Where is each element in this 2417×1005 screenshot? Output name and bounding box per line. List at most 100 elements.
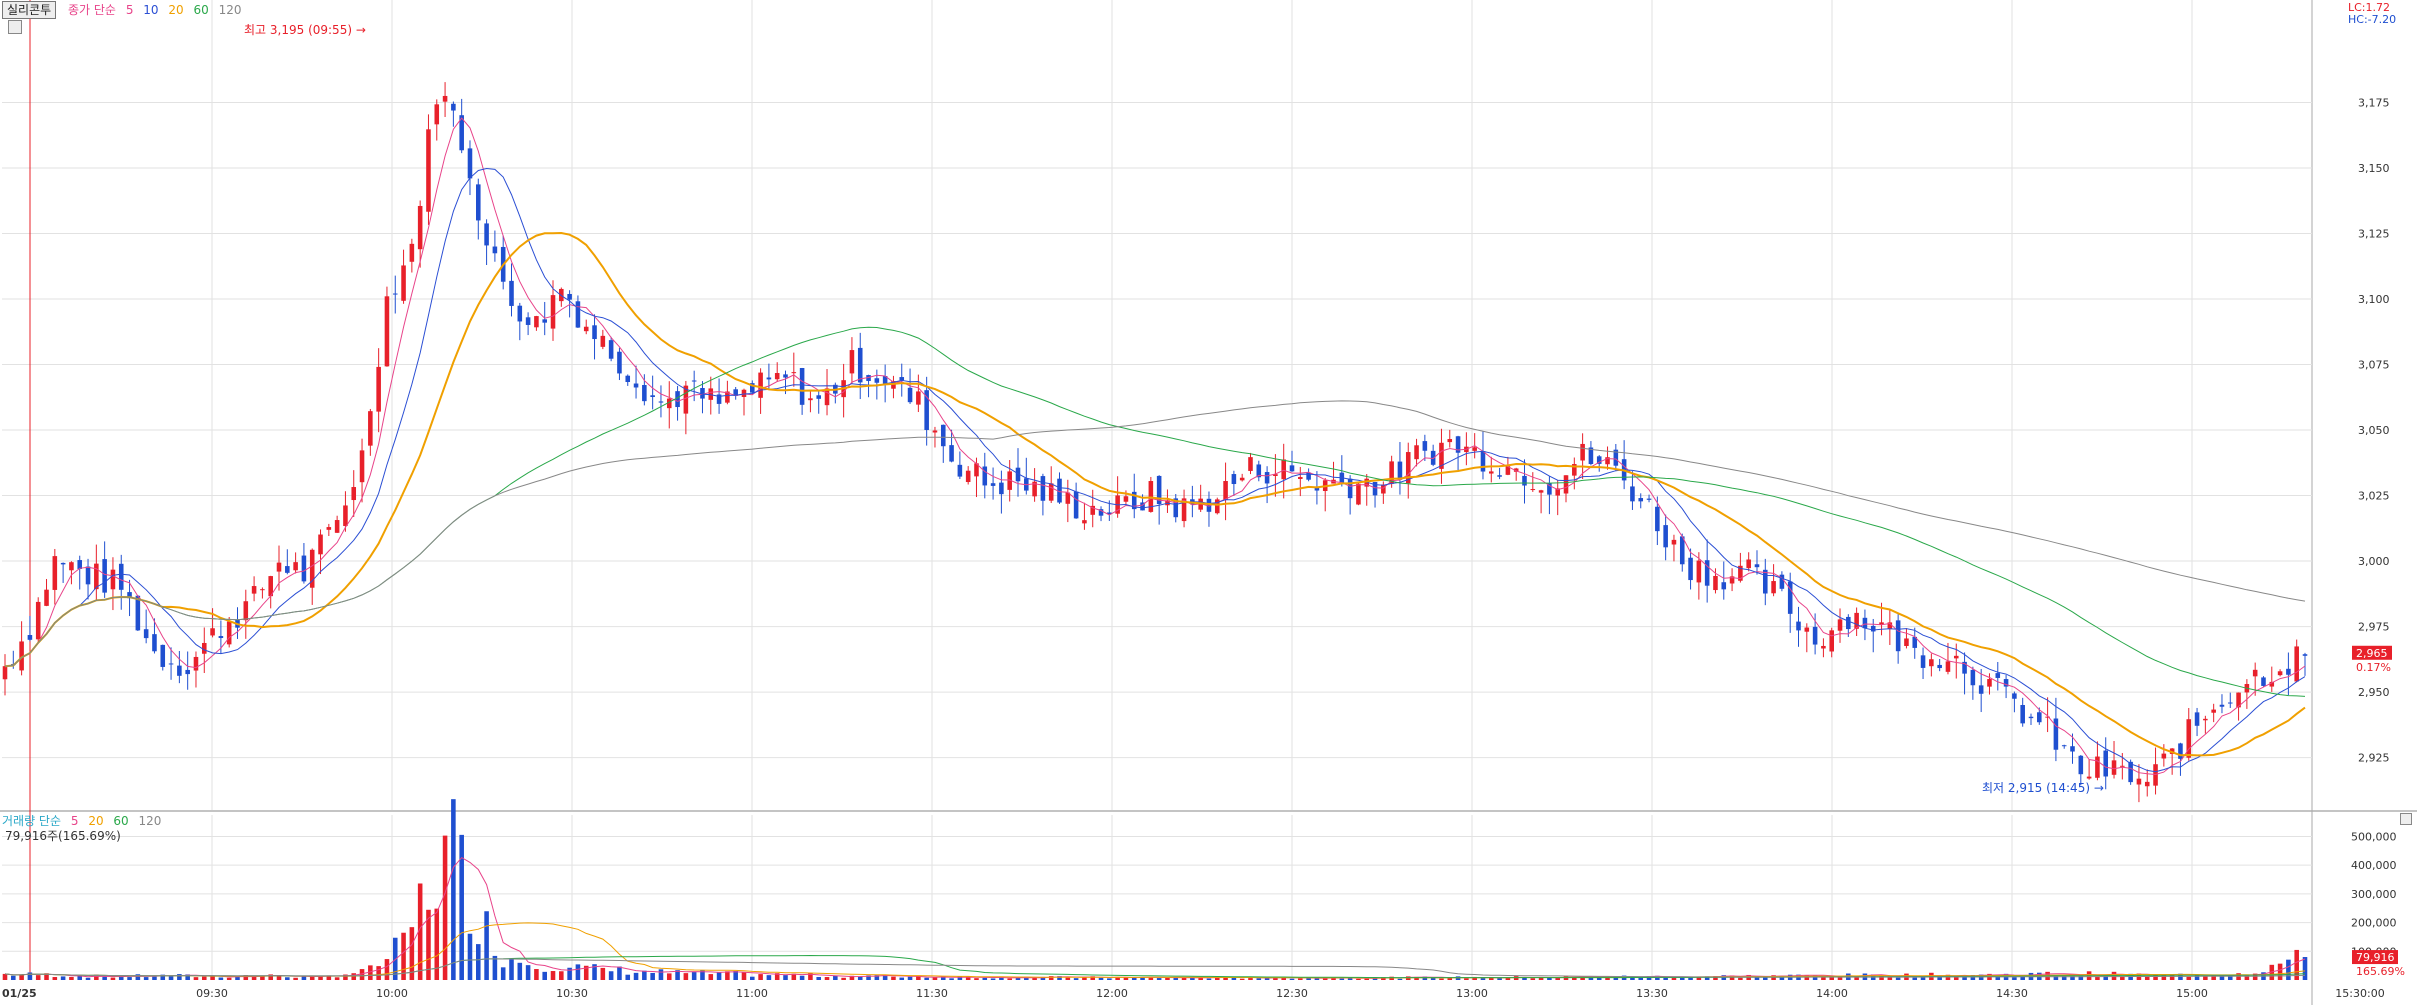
candle-body <box>2178 743 2183 759</box>
candle-body <box>1040 476 1046 501</box>
candle-body <box>708 388 714 400</box>
candle-body <box>384 296 390 367</box>
vol-ma-120-label: 120 <box>138 814 162 828</box>
volume-bar <box>517 962 523 980</box>
volume-bar <box>1098 977 1104 980</box>
candle-body <box>849 350 855 374</box>
volume-bar <box>1073 978 1079 980</box>
candle-body <box>85 566 91 585</box>
candle-body <box>808 398 813 401</box>
volume-bar <box>110 977 116 980</box>
candle-body <box>2136 778 2142 785</box>
candle-body <box>2294 646 2299 682</box>
candle-body <box>1987 679 1992 687</box>
current-volume-pct-label: 165.69% <box>2356 965 2405 978</box>
current-volume-label: 79,916 <box>2356 951 2395 964</box>
candle-body <box>642 385 647 402</box>
candle-body <box>625 375 631 383</box>
candle-body <box>1804 627 1810 632</box>
volume-bar <box>750 976 755 980</box>
candle-body <box>2219 704 2225 707</box>
candle-body <box>417 205 423 250</box>
time-tick-label: 09:30 <box>196 987 228 1000</box>
candle-body <box>542 319 547 323</box>
candle-body <box>1530 489 1536 491</box>
candle-body <box>1771 581 1776 594</box>
pane-maximize-icon[interactable] <box>2400 813 2412 825</box>
candle-body <box>2302 654 2308 656</box>
hc-label: HC:-7.20 <box>2348 13 2397 26</box>
candle-body <box>2078 755 2084 775</box>
price-tick-label: 3,150 <box>2358 162 2390 175</box>
volume-bar <box>177 974 182 980</box>
candle-body <box>1696 560 1702 583</box>
candle-body <box>2020 705 2025 724</box>
candle-body <box>94 563 99 590</box>
candle-body <box>932 430 938 433</box>
candle-body <box>741 389 747 397</box>
candle-body <box>857 347 863 383</box>
candle-body <box>1414 445 1419 460</box>
candle-body <box>2086 776 2092 779</box>
volume-bar <box>451 799 456 980</box>
volume-bar <box>766 975 772 980</box>
candle-body <box>2053 718 2059 750</box>
candle-body <box>409 243 415 262</box>
candle-body <box>2037 712 2042 723</box>
candle-body <box>1289 465 1295 472</box>
candle-body <box>916 391 921 405</box>
stock-chart[interactable]: 3,175 3,150 3,125 3,100 3,075 3,050 3,025 3,000… <box>0 0 2417 1005</box>
volume-bar <box>982 977 988 980</box>
time-tick-label: 10:30 <box>556 987 588 1000</box>
candle-body <box>484 223 489 246</box>
candle-body <box>226 621 232 645</box>
candle-body <box>243 601 249 621</box>
candle-body <box>2012 693 2017 699</box>
candle-body <box>451 103 456 111</box>
candle-body <box>426 129 431 212</box>
candle-body <box>567 293 572 300</box>
time-tick-label: 15:00 <box>2176 987 2208 1000</box>
candle-body <box>617 351 622 374</box>
candle-body <box>2261 677 2266 686</box>
chart-settings-icon[interactable] <box>8 20 22 34</box>
volume-bar <box>476 944 481 980</box>
candle-body <box>517 305 523 322</box>
candle-body <box>1430 450 1436 465</box>
volume-bar <box>509 958 514 980</box>
volume-bar <box>559 971 564 980</box>
candle-body <box>434 104 440 125</box>
price-tick-label: 3,000 <box>2358 555 2390 568</box>
volume-bar <box>467 933 473 980</box>
volume-bar <box>52 977 58 980</box>
volume-bar <box>716 972 722 980</box>
volume-bar <box>642 970 647 980</box>
candle-body <box>442 95 448 102</box>
candle-body <box>1862 617 1868 629</box>
volume-bar <box>666 973 672 980</box>
volume-bar <box>783 975 788 980</box>
candle-body <box>326 527 332 530</box>
candle-body <box>210 628 215 636</box>
price-tick-label: 3,100 <box>2358 293 2390 306</box>
volume-bar <box>1298 978 1303 980</box>
candle-body <box>2194 712 2200 726</box>
volume-bar <box>650 972 655 980</box>
volume-bar <box>1256 978 1262 980</box>
volume-bar <box>924 977 929 980</box>
stock-name-tab[interactable]: 실리콘투 <box>2 1 57 19</box>
candle-body <box>193 656 199 671</box>
volume-bar <box>384 959 390 980</box>
volume-bar <box>1738 977 1743 980</box>
candle-body <box>401 265 406 301</box>
candle-body <box>251 586 257 594</box>
candle-body <box>2070 746 2075 752</box>
candle-body <box>1953 655 1959 659</box>
candle-body <box>1646 498 1652 500</box>
ma-20-label: 20 <box>168 3 184 17</box>
candle-body <box>1846 616 1851 630</box>
candle-body <box>218 636 224 639</box>
candle-body <box>2286 668 2291 675</box>
candle-body <box>2 666 8 680</box>
volume-bar <box>534 969 539 980</box>
